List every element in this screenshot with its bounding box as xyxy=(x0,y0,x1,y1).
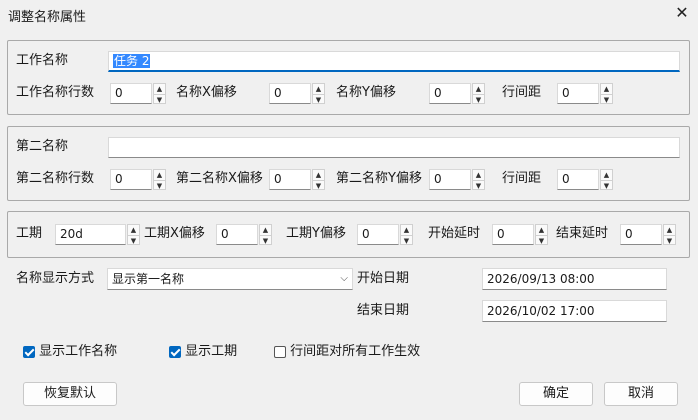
spin-up-icon[interactable]: ▲ xyxy=(601,84,612,95)
spin-down-icon[interactable]: ▼ xyxy=(473,181,484,191)
name-x-offset-spinner[interactable]: ▲ ▼ xyxy=(312,83,325,104)
name-y-offset-input[interactable]: 0 xyxy=(429,83,471,104)
cancel-button[interactable]: 取消 xyxy=(604,382,678,406)
start-delay-spinner[interactable]: ▲ ▼ xyxy=(535,224,548,245)
spin-down-icon[interactable]: ▼ xyxy=(601,95,612,105)
close-icon[interactable]: ✕ xyxy=(671,2,693,24)
spin-down-icon[interactable]: ▼ xyxy=(601,181,612,191)
spin-up-icon[interactable]: ▲ xyxy=(154,84,165,95)
second-line-spacing-input[interactable]: 0 xyxy=(557,169,599,190)
display-mode-label: 名称显示方式 xyxy=(16,271,95,286)
spin-up-icon[interactable]: ▲ xyxy=(601,170,612,181)
spin-down-icon[interactable]: ▼ xyxy=(154,95,165,105)
second-name-y-offset-spinner[interactable]: ▲ ▼ xyxy=(472,169,485,190)
spin-up-icon[interactable]: ▲ xyxy=(313,170,324,181)
spin-down-icon[interactable]: ▼ xyxy=(154,181,165,191)
line-spacing-input[interactable]: 0 xyxy=(557,83,599,104)
duration-x-offset-spinner[interactable]: ▲ ▼ xyxy=(259,224,272,245)
checkbox-checked-icon[interactable] xyxy=(23,345,35,358)
start-date-input[interactable]: 2026/09/13 08:00 xyxy=(482,268,667,290)
show-duration-label: 显示工期 xyxy=(185,344,238,359)
spin-down-icon[interactable]: ▼ xyxy=(536,236,547,246)
spin-down-icon[interactable]: ▼ xyxy=(313,181,324,191)
work-name-value: 任务 2 xyxy=(113,54,151,68)
start-date-label: 开始日期 xyxy=(357,271,410,286)
duration-y-offset-label: 工期Y偏移 xyxy=(286,226,346,241)
second-name-input[interactable] xyxy=(108,137,680,158)
duration-spinner[interactable]: ▲ ▼ xyxy=(127,224,140,245)
spin-down-icon[interactable]: ▼ xyxy=(313,95,324,105)
chevron-down-icon[interactable]: ⌵ xyxy=(340,269,348,289)
ok-button[interactable]: 确定 xyxy=(519,382,593,406)
spin-down-icon[interactable]: ▼ xyxy=(473,95,484,105)
name-y-offset-label: 名称Y偏移 xyxy=(336,85,396,100)
start-delay-input[interactable]: 0 xyxy=(492,224,534,245)
work-name-label: 工作名称 xyxy=(16,53,69,68)
checkbox-unchecked-icon[interactable] xyxy=(274,345,286,358)
spin-up-icon[interactable]: ▲ xyxy=(473,84,484,95)
work-name-rows-label: 工作名称行数 xyxy=(16,85,95,100)
reset-default-button[interactable]: 恢复默认 xyxy=(23,382,117,406)
spin-up-icon[interactable]: ▲ xyxy=(154,170,165,181)
show-duration-checkbox[interactable]: 显示工期 xyxy=(169,342,237,362)
duration-x-offset-label: 工期X偏移 xyxy=(144,226,205,241)
window-title: 调整名称属性 xyxy=(8,10,87,25)
spin-up-icon[interactable]: ▲ xyxy=(128,225,139,236)
end-delay-spinner[interactable]: ▲ ▼ xyxy=(663,224,676,245)
duration-y-offset-input[interactable]: 0 xyxy=(357,224,399,245)
checkbox-checked-icon[interactable] xyxy=(169,345,181,358)
spin-up-icon[interactable]: ▲ xyxy=(401,225,412,236)
second-name-y-offset-input[interactable]: 0 xyxy=(429,169,471,190)
second-name-x-offset-spinner[interactable]: ▲ ▼ xyxy=(312,169,325,190)
spin-up-icon[interactable]: ▲ xyxy=(260,225,271,236)
spin-down-icon[interactable]: ▼ xyxy=(664,236,675,246)
end-delay-input[interactable]: 0 xyxy=(620,224,662,245)
second-name-rows-input[interactable]: 0 xyxy=(110,169,152,190)
end-date-input[interactable]: 2026/10/02 17:00 xyxy=(482,300,667,322)
end-delay-label: 结束延时 xyxy=(556,226,609,241)
line-spacing-label: 行间距 xyxy=(502,85,542,100)
second-line-spacing-label: 行间距 xyxy=(502,171,542,186)
end-date-label: 结束日期 xyxy=(357,303,410,318)
second-name-label: 第二名称 xyxy=(16,139,69,154)
line-spacing-spinner[interactable]: ▲ ▼ xyxy=(600,83,613,104)
start-delay-label: 开始延时 xyxy=(428,226,481,241)
name-y-offset-spinner[interactable]: ▲ ▼ xyxy=(472,83,485,104)
second-name-rows-label: 第二名称行数 xyxy=(16,171,95,186)
work-name-rows-input[interactable]: 0 xyxy=(110,83,152,104)
second-name-x-offset-input[interactable]: 0 xyxy=(269,169,311,190)
spin-down-icon[interactable]: ▼ xyxy=(128,236,139,246)
second-name-y-offset-label: 第二名称Y偏移 xyxy=(336,171,422,186)
show-work-name-checkbox[interactable]: 显示工作名称 xyxy=(23,342,117,362)
display-mode-value: 显示第一名称 xyxy=(112,272,185,286)
name-x-offset-input[interactable]: 0 xyxy=(269,83,311,104)
spin-up-icon[interactable]: ▲ xyxy=(313,84,324,95)
line-spacing-all-label: 行间距对所有工作生效 xyxy=(290,344,421,359)
work-name-input[interactable]: 任务 2 xyxy=(108,51,680,72)
duration-x-offset-input[interactable]: 0 xyxy=(216,224,258,245)
spin-up-icon[interactable]: ▲ xyxy=(473,170,484,181)
duration-y-offset-spinner[interactable]: ▲ ▼ xyxy=(400,224,413,245)
second-name-rows-spinner[interactable]: ▲ ▼ xyxy=(153,169,166,190)
line-spacing-all-checkbox[interactable]: 行间距对所有工作生效 xyxy=(274,342,420,362)
display-mode-select[interactable]: 显示第一名称 ⌵ xyxy=(107,268,353,290)
name-x-offset-label: 名称X偏移 xyxy=(176,85,237,100)
duration-input[interactable]: 20d xyxy=(55,224,126,245)
second-name-x-offset-label: 第二名称X偏移 xyxy=(176,171,263,186)
spin-down-icon[interactable]: ▼ xyxy=(401,236,412,246)
duration-label: 工期 xyxy=(16,226,43,241)
show-work-name-label: 显示工作名称 xyxy=(39,344,118,359)
spin-down-icon[interactable]: ▼ xyxy=(260,236,271,246)
spin-up-icon[interactable]: ▲ xyxy=(664,225,675,236)
work-name-rows-spinner[interactable]: ▲ ▼ xyxy=(153,83,166,104)
second-line-spacing-spinner[interactable]: ▲ ▼ xyxy=(600,169,613,190)
spin-up-icon[interactable]: ▲ xyxy=(536,225,547,236)
